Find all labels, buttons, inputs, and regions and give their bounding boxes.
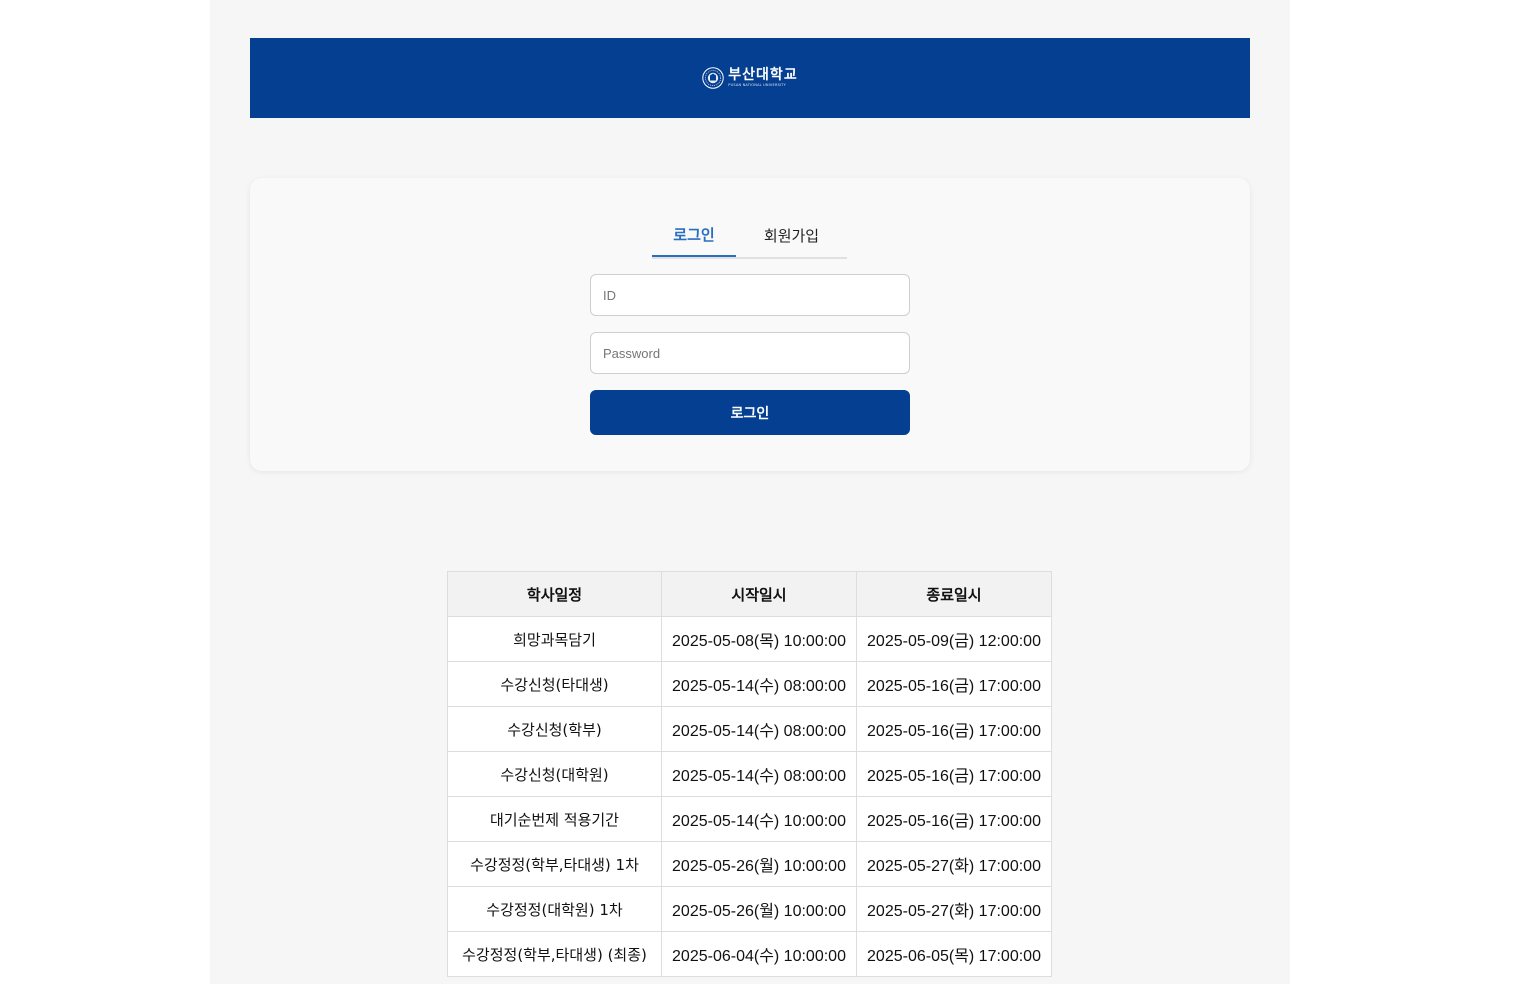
end-datetime-cell: 2025-05-27(화) 17:00:00	[856, 886, 1052, 932]
university-seal-icon	[702, 67, 724, 89]
logo-text-en: PUSAN NATIONAL UNIVERSITY	[728, 83, 786, 88]
schedule-name-cell: 희망과목담기	[447, 616, 662, 662]
login-card: 로그인 회원가입 로그인	[250, 178, 1250, 471]
end-datetime-cell: 2025-05-16(금) 17:00:00	[856, 706, 1052, 752]
tab-signup[interactable]: 회원가입	[736, 214, 847, 257]
start-datetime-cell: 2025-06-04(수) 10:00:00	[661, 931, 857, 977]
table-row: 대기순번제 적용기간 2025-05-14(수) 10:00:00 2025-0…	[447, 796, 1052, 842]
academic-schedule-table: 학사일정 시작일시 종료일시 희망과목담기 2025-05-08(목) 10:0…	[447, 571, 1052, 977]
table-row: 수강신청(대학원) 2025-05-14(수) 08:00:00 2025-05…	[447, 751, 1052, 797]
table-row: 희망과목담기 2025-05-08(목) 10:00:00 2025-05-09…	[447, 616, 1052, 662]
start-datetime-cell: 2025-05-14(수) 08:00:00	[661, 706, 857, 752]
schedule-name-cell: 수강신청(대학원)	[447, 751, 662, 797]
end-datetime-cell: 2025-05-16(금) 17:00:00	[856, 796, 1052, 842]
end-datetime-cell: 2025-05-16(금) 17:00:00	[856, 661, 1052, 707]
schedule-name-cell: 대기순번제 적용기간	[447, 796, 662, 842]
table-row: 수강신청(학부) 2025-05-14(수) 08:00:00 2025-05-…	[447, 706, 1052, 752]
table-row: 수강정정(대학원) 1차 2025-05-26(월) 10:00:00 2025…	[447, 886, 1052, 932]
end-datetime-cell: 2025-05-16(금) 17:00:00	[856, 751, 1052, 797]
schedule-name-cell: 수강신청(학부)	[447, 706, 662, 752]
end-datetime-cell: 2025-06-05(목) 17:00:00	[856, 931, 1052, 977]
table-header-row: 학사일정 시작일시 종료일시	[447, 571, 1052, 617]
logo-text: 부산대학교 PUSAN NATIONAL UNIVERSITY	[728, 68, 797, 88]
table-row: 수강정정(학부,타대생) (최종) 2025-06-04(수) 10:00:00…	[447, 931, 1052, 977]
header-banner: 부산대학교 PUSAN NATIONAL UNIVERSITY	[250, 38, 1250, 118]
id-input[interactable]	[590, 274, 910, 316]
table-row: 수강정정(학부,타대생) 1차 2025-05-26(월) 10:00:00 2…	[447, 841, 1052, 887]
schedule-name-cell: 수강신청(타대생)	[447, 661, 662, 707]
login-button[interactable]: 로그인	[590, 390, 910, 435]
university-logo[interactable]: 부산대학교 PUSAN NATIONAL UNIVERSITY	[702, 67, 797, 89]
end-datetime-cell: 2025-05-09(금) 12:00:00	[856, 616, 1052, 662]
password-input[interactable]	[590, 332, 910, 374]
column-header-start: 시작일시	[661, 571, 857, 617]
start-datetime-cell: 2025-05-14(수) 08:00:00	[661, 661, 857, 707]
column-header-schedule: 학사일정	[447, 571, 662, 617]
column-header-end: 종료일시	[856, 571, 1052, 617]
end-datetime-cell: 2025-05-27(화) 17:00:00	[856, 841, 1052, 887]
tab-login[interactable]: 로그인	[652, 214, 736, 257]
start-datetime-cell: 2025-05-14(수) 08:00:00	[661, 751, 857, 797]
start-datetime-cell: 2025-05-26(월) 10:00:00	[661, 886, 857, 932]
schedule-name-cell: 수강정정(학부,타대생) 1차	[447, 841, 662, 887]
start-datetime-cell: 2025-05-08(목) 10:00:00	[661, 616, 857, 662]
logo-text-kr: 부산대학교	[728, 67, 798, 84]
auth-tabs: 로그인 회원가입	[652, 214, 847, 259]
page-container: 부산대학교 PUSAN NATIONAL UNIVERSITY 로그인 회원가입…	[210, 0, 1290, 984]
schedule-name-cell: 수강정정(대학원) 1차	[447, 886, 662, 932]
start-datetime-cell: 2025-05-14(수) 10:00:00	[661, 796, 857, 842]
table-row: 수강신청(타대생) 2025-05-14(수) 08:00:00 2025-05…	[447, 661, 1052, 707]
schedule-name-cell: 수강정정(학부,타대생) (최종)	[447, 931, 662, 977]
start-datetime-cell: 2025-05-26(월) 10:00:00	[661, 841, 857, 887]
